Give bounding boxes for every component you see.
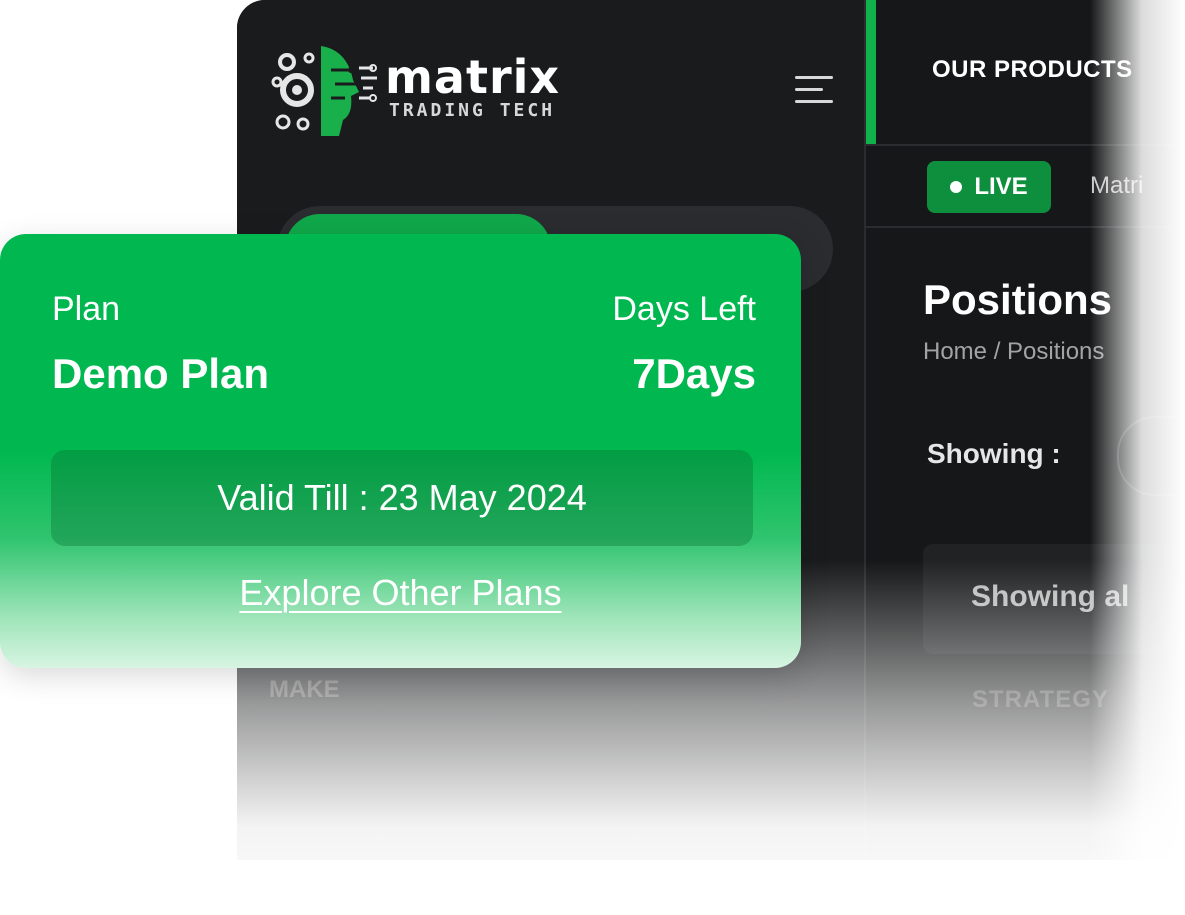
days-left-value: 7Days — [632, 350, 756, 397]
live-label: LIVE — [974, 173, 1028, 200]
plan-name: Demo Plan — [52, 350, 270, 397]
page-title: Positions — [923, 276, 1113, 323]
page-root: matrix TRADING TECH MAKE OUR PRODUCTS LI… — [0, 0, 1185, 915]
subheader-divider — [866, 226, 1185, 228]
nav-our-products[interactable]: OUR PRODUCTS — [932, 56, 1133, 84]
table-header-strategy: STRATEGY — [972, 686, 1109, 713]
explore-other-plans-link[interactable]: Explore Other Plans — [0, 572, 801, 614]
breadcrumb[interactable]: Home / Positions — [923, 338, 1104, 366]
plan-card: Plan Days Left Demo Plan 7Days Valid Til… — [0, 234, 801, 668]
secondary-nav-link[interactable]: Matri — [1090, 172, 1143, 200]
info-box-text: Showing al — [971, 580, 1130, 613]
header-divider — [866, 144, 1185, 146]
valid-till-box: Valid Till : 23 May 2024 — [51, 450, 753, 546]
plan-label: Plan — [52, 290, 121, 328]
filter-pill[interactable] — [1117, 416, 1185, 496]
live-button[interactable]: LIVE — [927, 161, 1051, 213]
live-status-dot-icon — [950, 181, 963, 193]
valid-till-text: Valid Till : 23 May 2024 — [217, 477, 587, 518]
info-box: Showing al — [923, 544, 1185, 654]
showing-label: Showing : — [927, 438, 1061, 469]
days-left-label: Days Left — [612, 290, 756, 328]
